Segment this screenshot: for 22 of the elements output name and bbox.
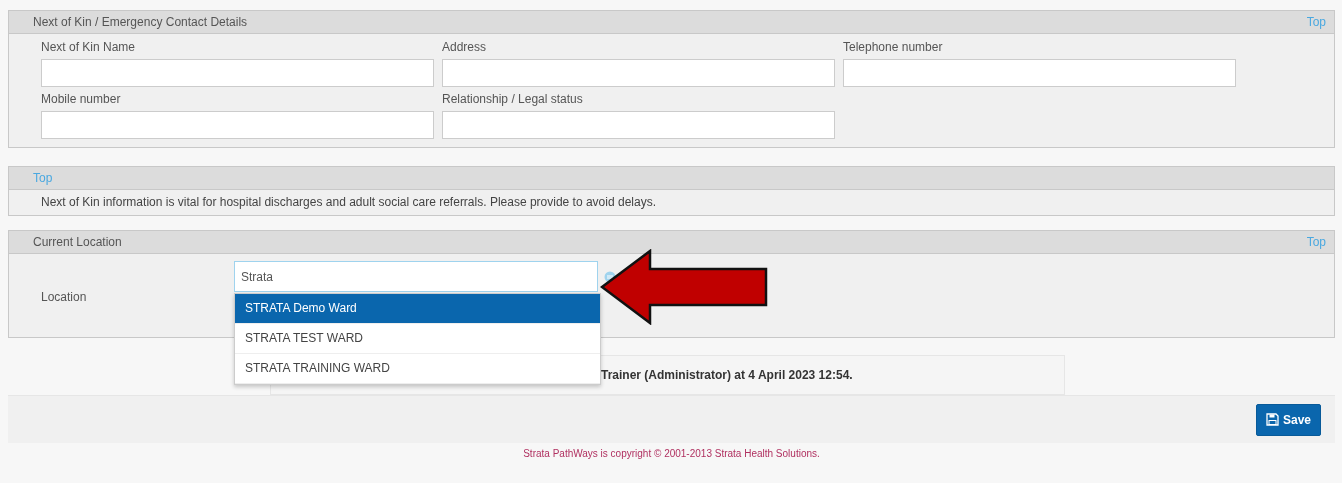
suggestion-item[interactable]: STRATA TRAINING WARD [235,354,600,384]
input-field[interactable] [41,111,434,139]
suggestion-item[interactable]: STRATA Demo Ward [235,294,600,324]
audit-text: Trainer (Administrator) at 4 April 2023 12:54. [601,368,853,382]
notice-text: Next of Kin information is vital for hospital discharges and adult social care referrals. Please provide to avoid delays. [41,195,656,209]
input-field[interactable] [41,59,434,87]
save-icon [1265,413,1279,426]
copyright-text: Strata PathWays is copyright © 2001-2013 Strata Health Solutions. [523,448,820,459]
field-label: Mobile number [41,91,122,107]
field-label: Address [442,39,488,55]
field-label: Next of Kin Name [41,39,137,55]
suggestion-item[interactable]: STRATA TEST WARD [235,324,600,354]
field-label: Telephone number [843,39,944,55]
field-label: Location [41,289,88,304]
input-field[interactable] [843,59,1236,87]
input-field[interactable] [442,111,835,139]
input-field[interactable] [442,59,835,87]
panel-title: Next of Kin / Emergency Contact Details [33,15,248,29]
field-label: Relationship / Legal status [442,91,584,107]
panel-title: Current Location [33,235,122,249]
location-field[interactable]: Strata [234,261,598,292]
save-button[interactable]: Save [1255,403,1321,436]
